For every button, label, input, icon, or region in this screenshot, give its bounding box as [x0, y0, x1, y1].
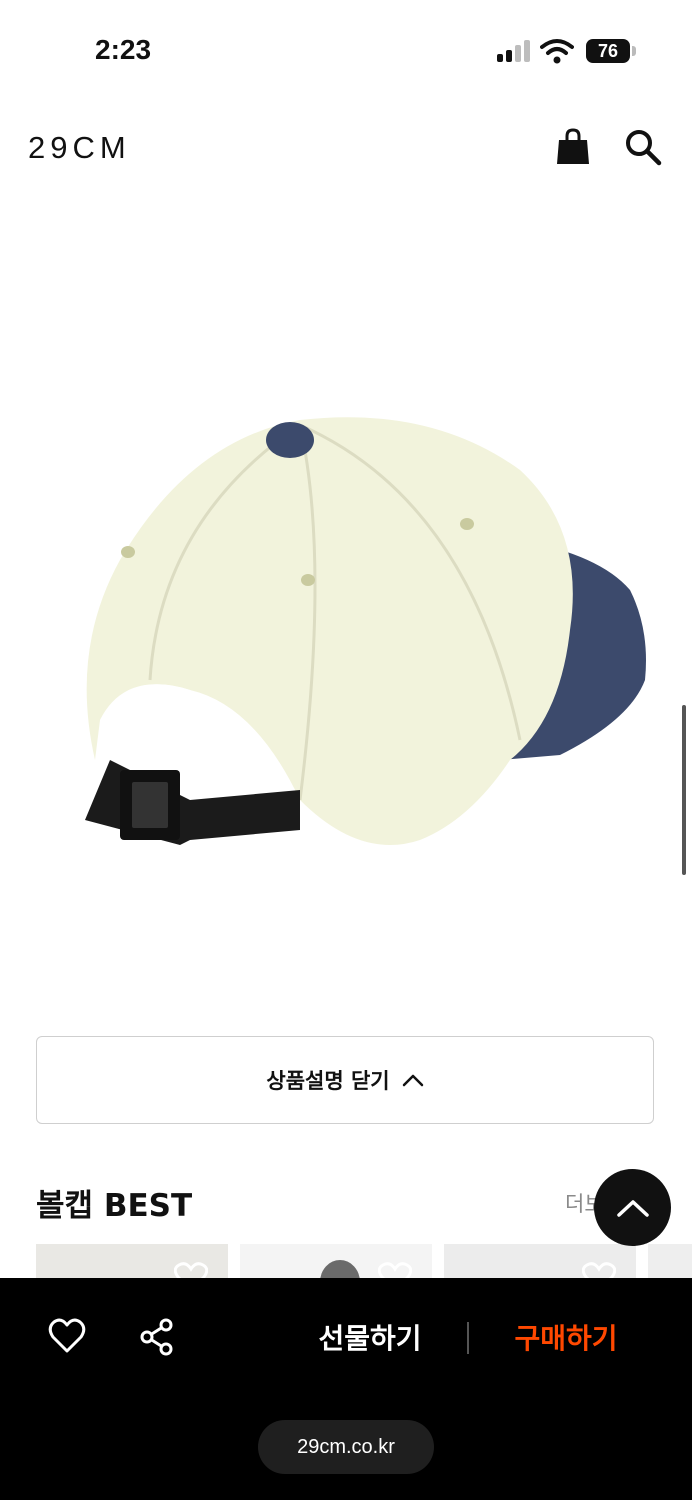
bottom-bar-divider: [467, 1322, 469, 1354]
search-icon[interactable]: [624, 128, 662, 166]
browser-url-bar[interactable]: 29cm.co.kr: [258, 1420, 434, 1474]
status-bar: 2:23 76: [0, 0, 692, 100]
product-image: [85, 417, 646, 845]
shopping-bag-icon[interactable]: [556, 128, 590, 166]
page-scrollbar[interactable]: [682, 705, 686, 875]
chevron-up-icon: [616, 1199, 649, 1217]
battery-indicator: 76: [586, 39, 630, 63]
wifi-icon: [540, 39, 574, 64]
chevron-up-icon: [402, 1074, 423, 1087]
cellular-signal-icon: [497, 40, 533, 62]
buy-button[interactable]: 구매하기: [496, 1318, 636, 1360]
wishlist-heart-icon[interactable]: [48, 1318, 86, 1354]
scroll-top-button[interactable]: [594, 1169, 671, 1246]
status-time: 2:23: [95, 34, 152, 65]
best-section-title: 볼캡 BEST: [36, 1188, 193, 1224]
collapse-description-button[interactable]: 상품설명 닫기: [36, 1036, 654, 1124]
battery-cap: [632, 46, 636, 56]
gift-button[interactable]: 선물하기: [300, 1318, 440, 1360]
collapse-description-label: 상품설명 닫기: [266, 1069, 390, 1093]
share-icon[interactable]: [138, 1318, 176, 1356]
site-logo[interactable]: 29CM: [28, 130, 131, 166]
